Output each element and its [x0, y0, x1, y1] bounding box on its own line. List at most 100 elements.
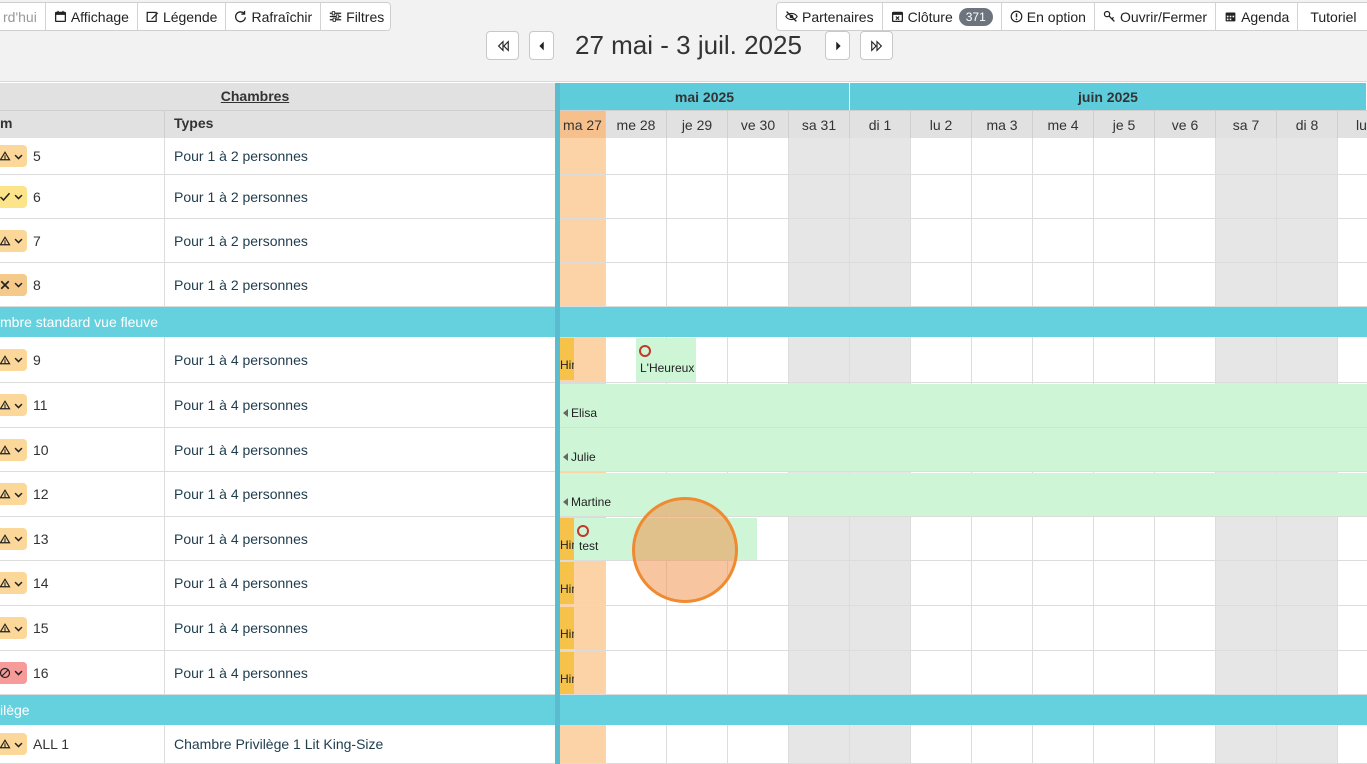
column-header-types[interactable]: Types — [174, 115, 213, 131]
room-status-dropdown[interactable] — [0, 394, 27, 416]
cell-separator — [164, 428, 165, 471]
calendar-day-header[interactable]: ma 27 — [560, 110, 606, 138]
booking-guest-name: test — [579, 539, 599, 553]
room-number: 7 — [33, 232, 41, 249]
room-group-header[interactable]: mbre standard vue fleuve — [0, 307, 555, 337]
booking-stub-label: Hin — [560, 358, 574, 372]
partners-button[interactable]: Partenaires — [777, 3, 883, 30]
next-button[interactable] — [825, 31, 850, 60]
calendar-day-header[interactable]: sa 7 — [1216, 110, 1277, 138]
calendar-grid-icon — [1225, 12, 1236, 22]
booking-block[interactable]: Elisa — [560, 384, 1367, 427]
room-row[interactable]: 11 Pour 1 à 4 personnes — [0, 383, 555, 428]
calendar-day-header[interactable]: me 4 — [1033, 110, 1094, 138]
room-status-dropdown[interactable] — [0, 572, 27, 594]
room-number: 9 — [33, 351, 41, 368]
room-row[interactable]: 10 Pour 1 à 4 personnes — [0, 428, 555, 472]
booking-stub[interactable]: Hin — [560, 562, 574, 604]
booking-stub[interactable]: Hin — [560, 338, 574, 380]
next-fast-button[interactable] — [860, 31, 893, 60]
cell-separator — [164, 138, 165, 174]
room-row[interactable]: 16 Pour 1 à 4 personnes — [0, 651, 555, 695]
room-row[interactable]: 9 Pour 1 à 4 personnes — [0, 337, 555, 383]
room-status-dropdown[interactable] — [0, 438, 27, 461]
calendar-day-header[interactable]: sa 31 — [789, 110, 850, 138]
right-button-group: Partenaires Clôture 371 En option Ouvrir… — [776, 2, 1367, 31]
room-number: 6 — [33, 188, 41, 205]
booking-block[interactable]: L'Heureux — [636, 338, 696, 382]
open-close-button[interactable]: Ouvrir/Fermer — [1094, 3, 1217, 30]
housekeeping-icon — [0, 488, 11, 500]
filters-button[interactable]: Filtres — [321, 3, 390, 30]
info-circle-icon — [1010, 10, 1023, 23]
room-row[interactable]: 13 Pour 1 à 4 personnes — [0, 517, 555, 561]
calendar-x-icon — [891, 11, 903, 23]
room-status-dropdown[interactable] — [0, 617, 27, 639]
today-button[interactable]: rd'hui — [0, 3, 46, 30]
booking-stub[interactable]: Hin — [560, 607, 574, 649]
room-status-dropdown[interactable] — [0, 145, 27, 167]
display-button[interactable]: Affichage — [45, 3, 138, 30]
refresh-button[interactable]: Rafraîchir — [226, 3, 322, 30]
closure-button[interactable]: Clôture 371 — [882, 3, 1002, 30]
room-group-label: ilège — [0, 702, 30, 718]
booking-stub[interactable]: Hin — [560, 518, 574, 560]
tutorial-button[interactable]: Tutoriel — [1298, 3, 1365, 30]
room-row[interactable]: ALL 1 Chambre Privilège 1 Lit King-Size — [0, 725, 555, 764]
booking-stub-label: Hin — [560, 627, 574, 641]
room-status-dropdown[interactable] — [0, 229, 27, 252]
room-number: 13 — [33, 530, 49, 547]
booking-block[interactable]: Julie — [560, 428, 1367, 471]
room-number: 8 — [33, 276, 41, 293]
room-type: Pour 1 à 2 personnes — [174, 188, 308, 205]
agenda-button[interactable]: Agenda — [1216, 3, 1299, 30]
calendar-month-header: mai 2025 — [560, 83, 850, 110]
room-type: Chambre Privilège 1 Lit King-Size — [174, 736, 384, 752]
calendar-day-header[interactable]: lu — [1338, 110, 1367, 138]
chevron-down-icon — [14, 742, 23, 748]
calendar-day-header[interactable]: ve 6 — [1155, 110, 1216, 138]
room-group-header[interactable]: ilège — [0, 695, 555, 725]
room-type: Pour 1 à 4 personnes — [174, 575, 308, 591]
prev-fast-button[interactable] — [486, 31, 519, 60]
room-status-dropdown[interactable] — [0, 483, 27, 505]
room-status-dropdown[interactable] — [0, 527, 27, 550]
housekeeping-icon — [0, 150, 11, 162]
room-row[interactable]: 6 Pour 1 à 2 personnes — [0, 175, 555, 219]
cell-separator — [164, 561, 165, 605]
tutorial-label: Tutoriel — [1310, 8, 1357, 25]
room-status-dropdown[interactable] — [0, 348, 27, 371]
room-status-dropdown[interactable] — [0, 185, 27, 208]
room-number: ALL 1 — [33, 736, 70, 752]
calendar-day-header[interactable]: di 8 — [1277, 110, 1338, 138]
prev-button[interactable] — [529, 31, 554, 60]
room-row[interactable]: 7 Pour 1 à 2 personnes — [0, 219, 555, 263]
room-row[interactable]: 5 Pour 1 à 2 personnes — [0, 138, 555, 175]
calendar-day-header[interactable]: je 5 — [1094, 110, 1155, 138]
calendar-day-header[interactable]: lu 2 — [911, 110, 972, 138]
column-header-name[interactable]: m — [0, 115, 12, 131]
room-row[interactable]: 14 Pour 1 à 4 personnes — [0, 561, 555, 606]
caret-right-icon — [835, 41, 841, 50]
calendar-day-header[interactable]: ve 30 — [728, 110, 789, 138]
booking-stub[interactable]: Hin — [560, 652, 574, 694]
closure-label: Clôture — [907, 8, 953, 25]
room-status-dropdown[interactable] — [0, 273, 27, 296]
calendar-day-header[interactable]: je 29 — [667, 110, 728, 138]
room-row[interactable]: 12 Pour 1 à 4 personnes — [0, 472, 555, 517]
option-button[interactable]: En option — [1001, 3, 1095, 30]
calendar-day-header[interactable]: me 28 — [606, 110, 667, 138]
room-status-dropdown[interactable] — [0, 733, 27, 755]
check-icon — [0, 191, 11, 203]
booking-stub-label: Hin — [560, 538, 574, 552]
room-row[interactable]: 8 Pour 1 à 2 personnes — [0, 263, 555, 307]
room-row[interactable]: 15 Pour 1 à 4 personnes — [0, 606, 555, 651]
rooms-table-title[interactable]: Chambres — [0, 88, 510, 104]
cell-separator — [164, 263, 165, 306]
calendar-day-header[interactable]: ma 3 — [972, 110, 1033, 138]
refresh-label: Rafraîchir — [251, 8, 313, 25]
calendar-day-header[interactable]: di 1 — [850, 110, 911, 138]
legend-button[interactable]: Légende — [137, 3, 227, 30]
room-status-dropdown[interactable] — [0, 661, 27, 684]
booking-stub-label: Hin — [560, 672, 574, 686]
